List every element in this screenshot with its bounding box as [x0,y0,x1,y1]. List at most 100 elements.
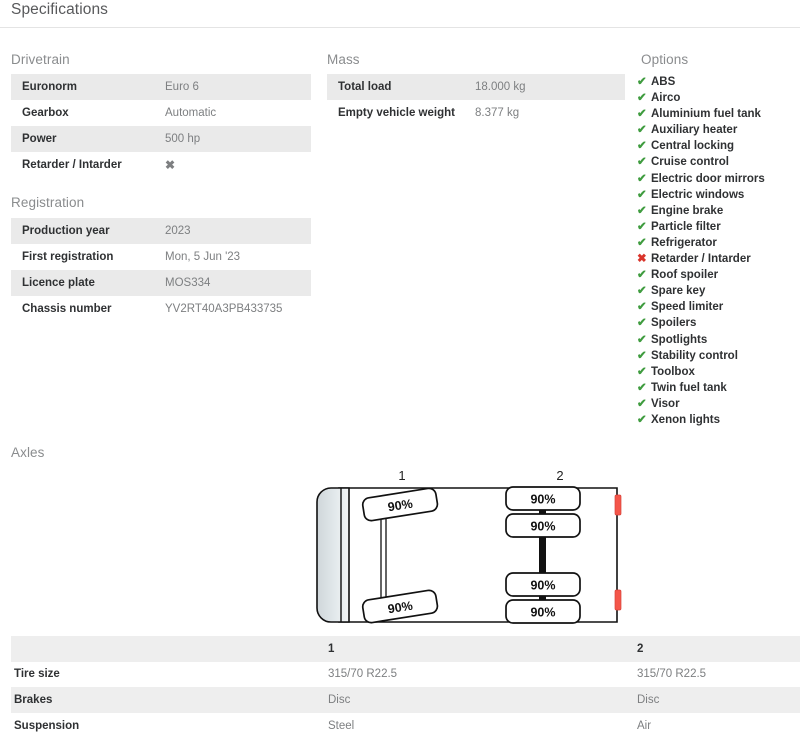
option-label: Aluminium fuel tank [651,108,761,121]
option-label: Spare key [651,285,706,298]
option-label: ABS [651,76,676,88]
table-row: Retarder / Intarder ✖ [11,152,311,178]
tire-rear-4: 90% [505,599,581,624]
row-label: Gearbox [22,107,69,119]
section-heading-axles: Axles [11,445,45,460]
page-title: Specifications [11,1,109,18]
option-label: Retarder / Intarder [651,253,751,266]
table-row: Licence plate MOS334 [11,270,311,296]
header-axle-1: 1 [328,642,335,655]
table-row: Suspension Steel Air [11,712,800,739]
axle-number-label-1: 1 [398,468,405,483]
check-icon: ✔ [637,413,647,426]
option-label: Visor [651,397,680,410]
section-heading-drivetrain: Drivetrain [11,52,70,67]
table-row: Euronorm Euro 6 [11,74,311,100]
option-label: Particle filter [651,220,721,233]
check-icon: ✔ [637,140,647,153]
option-row: ✔ Roof spoiler [637,267,800,283]
option-label: Electric door mirrors [651,172,765,185]
table-row: Empty vehicle weight 8.377 kg [327,100,625,126]
row-label: Chassis number [22,303,112,315]
option-row: ✖ Retarder / Intarder [637,251,800,267]
option-row: ✔ Airco [637,90,800,106]
axle-number-label-2: 2 [556,468,563,483]
option-row: ✔ Particle filter [637,219,800,235]
option-label: Engine brake [651,204,724,217]
mass-table: Total load 18.000 kg Empty vehicle weigh… [327,74,625,126]
check-icon: ✔ [637,397,647,410]
option-label: Stability control [651,349,738,362]
check-icon: ✔ [637,269,647,282]
section-heading-options: Options [641,52,689,67]
row-value-axle-2: 315/70 R22.5 [637,668,707,681]
side-marker-front-right [614,494,622,516]
registration-table: Production year 2023 First registration … [11,218,311,322]
check-icon: ✔ [637,108,647,121]
option-label: Auxiliary heater [651,124,738,137]
row-label: Euronorm [22,81,77,93]
row-value: Automatic [165,107,217,119]
check-icon: ✔ [637,76,647,88]
cross-icon: ✖ [165,158,176,172]
row-value: 500 hp [165,133,201,145]
table-row: Power 500 hp [11,126,311,152]
option-row: ✔ Spare key [637,283,800,299]
drivetrain-table: Euronorm Euro 6 Gearbox Automatic Power … [11,74,311,178]
option-row: ✔ Twin fuel tank [637,380,800,396]
check-icon: ✔ [637,188,647,201]
tire-rear-3: 90% [505,572,581,597]
row-label: Empty vehicle weight [338,107,455,119]
row-value-axle-2: Air [637,719,652,732]
side-marker-rear-right [614,589,622,611]
row-label: Brakes [14,693,53,706]
option-row: ✔ Electric windows [637,187,800,203]
option-row: ✔ Xenon lights [637,412,800,428]
check-icon: ✔ [637,220,647,233]
check-icon: ✔ [637,333,647,346]
option-label: Roof spoiler [651,269,719,282]
row-label: Power [22,133,57,145]
option-label: Central locking [651,140,735,153]
row-label: Tire size [14,668,60,681]
tire-rear-2: 90% [505,513,581,538]
cab-shape [316,487,350,623]
option-label: Electric windows [651,188,745,201]
option-row: ✔ Central locking [637,138,800,154]
option-row: ✔ Speed limiter [637,299,800,315]
option-row: ✔ Cruise control [637,154,800,170]
check-icon: ✔ [637,236,647,249]
row-label: First registration [22,251,114,263]
row-value: MOS334 [165,277,211,289]
table-row: Brakes Disc Disc [11,687,800,713]
tire-wear-label: 90% [530,520,555,534]
option-row: ✔ Refrigerator [637,235,800,251]
option-label: Refrigerator [651,236,717,249]
tire-rear-1: 90% [505,486,581,511]
option-label: Toolbox [651,365,695,378]
option-label: Xenon lights [651,413,720,426]
cross-icon: ✖ [637,253,647,266]
tire-wear-label: 90% [530,493,555,507]
row-label: Total load [338,81,392,93]
option-label: Cruise control [651,156,729,169]
check-icon: ✔ [637,172,647,185]
row-value: YV2RT40A3PB433735 [165,303,283,315]
table-row: First registration Mon, 5 Jun '23 [11,244,311,270]
check-icon: ✔ [637,317,647,330]
row-label: Retarder / Intarder [22,159,122,171]
title-divider [0,27,800,28]
check-icon: ✔ [637,301,647,314]
row-label: Production year [22,225,110,237]
check-icon: ✔ [637,381,647,394]
option-label: Speed limiter [651,301,724,314]
check-icon: ✔ [637,285,647,298]
options-list: ✔ ABS ✔ Airco ✔ Aluminium fuel tank ✔ Auxiliary… [637,74,800,428]
section-heading-mass: Mass [327,52,360,67]
specifications-page: Specifications Drivetrain Euronorm Euro … [0,0,800,740]
row-value: 8.377 kg [475,107,520,119]
option-row: ✔ Auxiliary heater [637,122,800,138]
header-blank [11,636,325,662]
row-value-axle-1: Disc [328,693,351,706]
row-label: Suspension [14,719,80,732]
